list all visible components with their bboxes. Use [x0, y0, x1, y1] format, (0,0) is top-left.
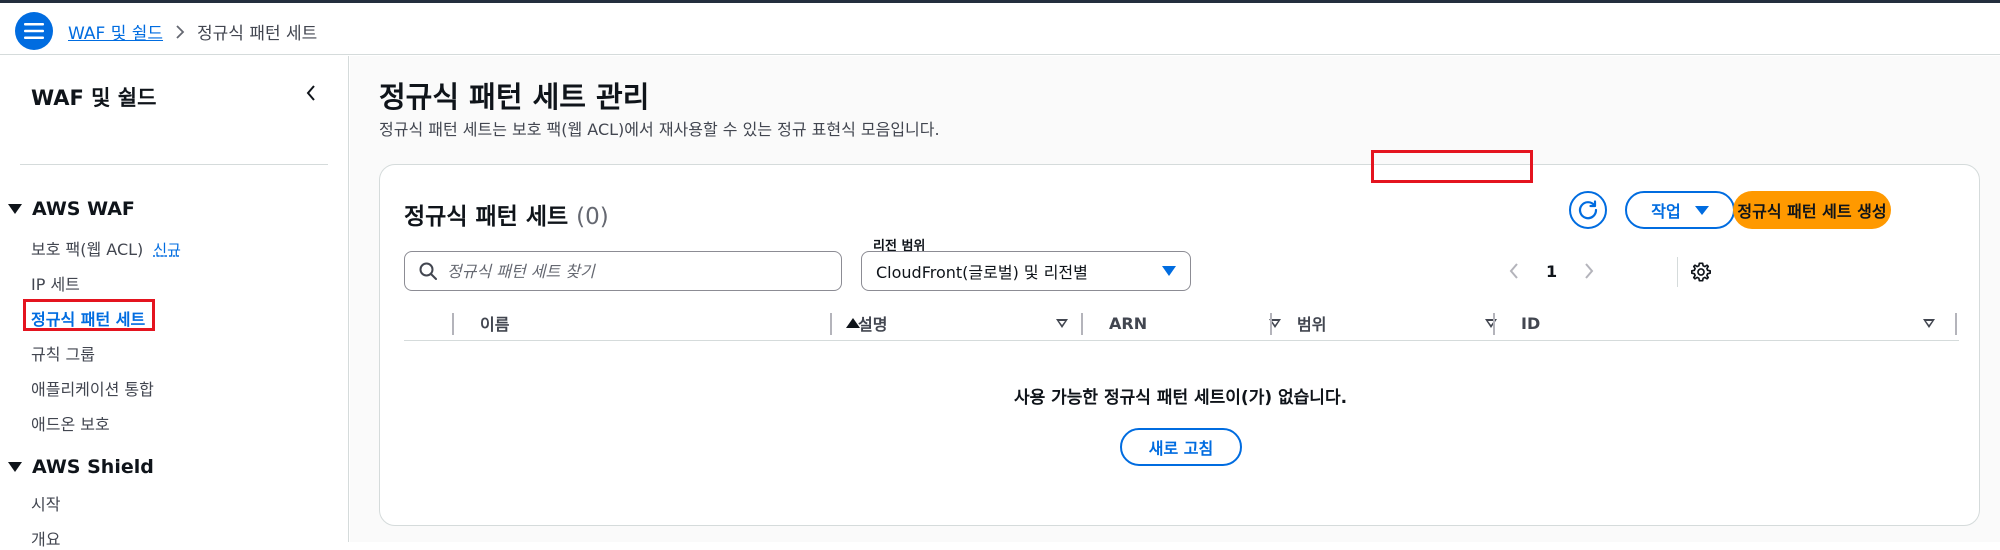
- column-separator: [452, 313, 454, 335]
- refresh-button[interactable]: [1569, 191, 1607, 229]
- breadcrumb-root-link[interactable]: WAF 및 쉴드: [68, 19, 163, 44]
- sort-icon: [1923, 318, 1935, 328]
- previous-page-button[interactable]: [1502, 259, 1526, 283]
- item-count: (0): [576, 204, 609, 230]
- current-page-number[interactable]: 1: [1546, 262, 1557, 281]
- sidebar-item-label: 보호 팩(웹 ACL): [31, 240, 144, 259]
- sidebar-item-label: IP 세트: [31, 275, 80, 294]
- sidebar-collapse-button[interactable]: [298, 80, 324, 106]
- sidebar-item-label: 시작: [31, 495, 61, 514]
- caret-down-icon: [1694, 205, 1709, 215]
- pagination: 1: [1502, 259, 1601, 283]
- column-header-name[interactable]: 이름: [480, 305, 860, 341]
- table-settings-button[interactable]: [1688, 259, 1714, 285]
- column-header-scope[interactable]: 범위: [1297, 305, 1497, 341]
- table-header: 이름 설명 ARN 범위 ID: [404, 305, 1959, 341]
- sidebar-item-ip-sets[interactable]: IP 세트: [31, 271, 80, 295]
- sidebar-item-label: 규칙 그룹: [31, 345, 95, 364]
- sidebar-item-overview[interactable]: 개요: [31, 526, 60, 550]
- sort-icon: [1056, 318, 1068, 328]
- sidebar-divider: [20, 164, 328, 165]
- sidebar-item-application-integration[interactable]: 애플리케이션 통합: [31, 376, 154, 400]
- next-page-button[interactable]: [1577, 259, 1601, 283]
- sidebar-section-label: AWS Shield: [32, 456, 154, 478]
- search-icon: [419, 262, 437, 280]
- main-content: 정규식 패턴 세트 관리 정규식 패턴 세트는 보호 팩(웹 ACL)에서 재사…: [350, 56, 2000, 542]
- breadcrumb-current: 정규식 패턴 세트: [197, 24, 318, 44]
- caret-down-icon: [8, 204, 22, 214]
- column-separator: [1493, 313, 1495, 335]
- column-header-label: 설명: [858, 315, 888, 334]
- column-header-description[interactable]: 설명: [858, 305, 1068, 341]
- gear-icon: [1691, 262, 1711, 282]
- column-separator: [1270, 313, 1272, 335]
- column-header-label: 범위: [1297, 315, 1327, 334]
- sidebar-title: WAF 및 쉴드: [31, 86, 157, 110]
- sidebar-section-aws-shield[interactable]: AWS Shield: [8, 456, 154, 478]
- regex-sets-panel: 정규식 패턴 세트 (0) 작업 정규식 패턴 세트 생성 리전 범위 Clou…: [379, 164, 1980, 526]
- search-input[interactable]: [447, 261, 827, 281]
- sidebar-section-label: AWS WAF: [32, 198, 135, 220]
- create-regex-set-button[interactable]: 정규식 패턴 세트 생성: [1733, 191, 1891, 229]
- page-description: 정규식 패턴 세트는 보호 팩(웹 ACL)에서 재사용할 수 있는 정규 표현…: [379, 120, 940, 139]
- chevron-right-icon: [1585, 263, 1594, 279]
- column-header-id[interactable]: ID: [1521, 305, 1959, 341]
- sidebar-item-label: 애플리케이션 통합: [31, 380, 154, 399]
- sidebar-section-aws-waf[interactable]: AWS WAF: [8, 198, 135, 220]
- highlight-box: [1371, 150, 1533, 183]
- column-header-label: ARN: [1109, 313, 1148, 333]
- column-header-label: 이름: [480, 315, 510, 334]
- column-separator: [830, 313, 832, 335]
- sidebar-item-label: 개요: [31, 530, 61, 549]
- sort-icon: [1485, 318, 1497, 328]
- actions-label: 작업: [1651, 202, 1681, 221]
- breadcrumb: WAF 및 쉴드 정규식 패턴 세트: [68, 19, 317, 44]
- sidebar: WAF 및 쉴드 AWS WAF 보호 팩(웹 ACL) 신규 IP 세트 정규식…: [0, 56, 349, 549]
- search-field[interactable]: [404, 251, 842, 291]
- new-badge: 신규: [153, 241, 181, 259]
- panel-title: 정규식 패턴 세트 (0): [404, 197, 609, 231]
- top-navigation: WAF 및 쉴드 정규식 패턴 세트: [0, 3, 2000, 55]
- empty-state-message: 사용 가능한 정규식 패턴 세트이(가) 없습니다.: [1013, 388, 1348, 408]
- chevron-left-icon: [1509, 263, 1518, 279]
- region-scope-value: CloudFront(글로벌) 및 리전별: [876, 263, 1088, 282]
- sidebar-item-protection-packs[interactable]: 보호 팩(웹 ACL) 신규: [31, 236, 181, 260]
- column-header-arn[interactable]: ARN: [1109, 305, 1281, 341]
- sidebar-item-label: 애드온 보호: [31, 415, 110, 434]
- chevron-right-icon: [175, 24, 185, 40]
- toolbar-divider: [1677, 257, 1678, 287]
- hamburger-icon: [24, 23, 44, 39]
- column-separator: [1081, 313, 1083, 335]
- chevron-left-icon: [306, 85, 315, 101]
- sidebar-item-getting-started[interactable]: 시작: [31, 491, 60, 515]
- column-separator: [1955, 313, 1957, 335]
- sidebar-item-rule-groups[interactable]: 규칙 그룹: [31, 341, 95, 365]
- caret-down-icon: [8, 462, 22, 472]
- page-title: 정규식 패턴 세트 관리: [379, 80, 650, 114]
- column-header-label: ID: [1521, 313, 1541, 333]
- panel-title-text: 정규식 패턴 세트: [404, 204, 569, 230]
- sidebar-item-addon-protections[interactable]: 애드온 보호: [31, 411, 110, 435]
- actions-dropdown-button[interactable]: 작업: [1625, 191, 1735, 229]
- menu-button[interactable]: [15, 12, 53, 50]
- caret-down-icon: [1162, 266, 1176, 276]
- region-scope-select[interactable]: CloudFront(글로벌) 및 리전별: [861, 251, 1191, 291]
- empty-state-refresh-button[interactable]: 새로 고침: [1120, 428, 1242, 466]
- highlight-box: [23, 299, 155, 331]
- refresh-icon: [1578, 200, 1598, 220]
